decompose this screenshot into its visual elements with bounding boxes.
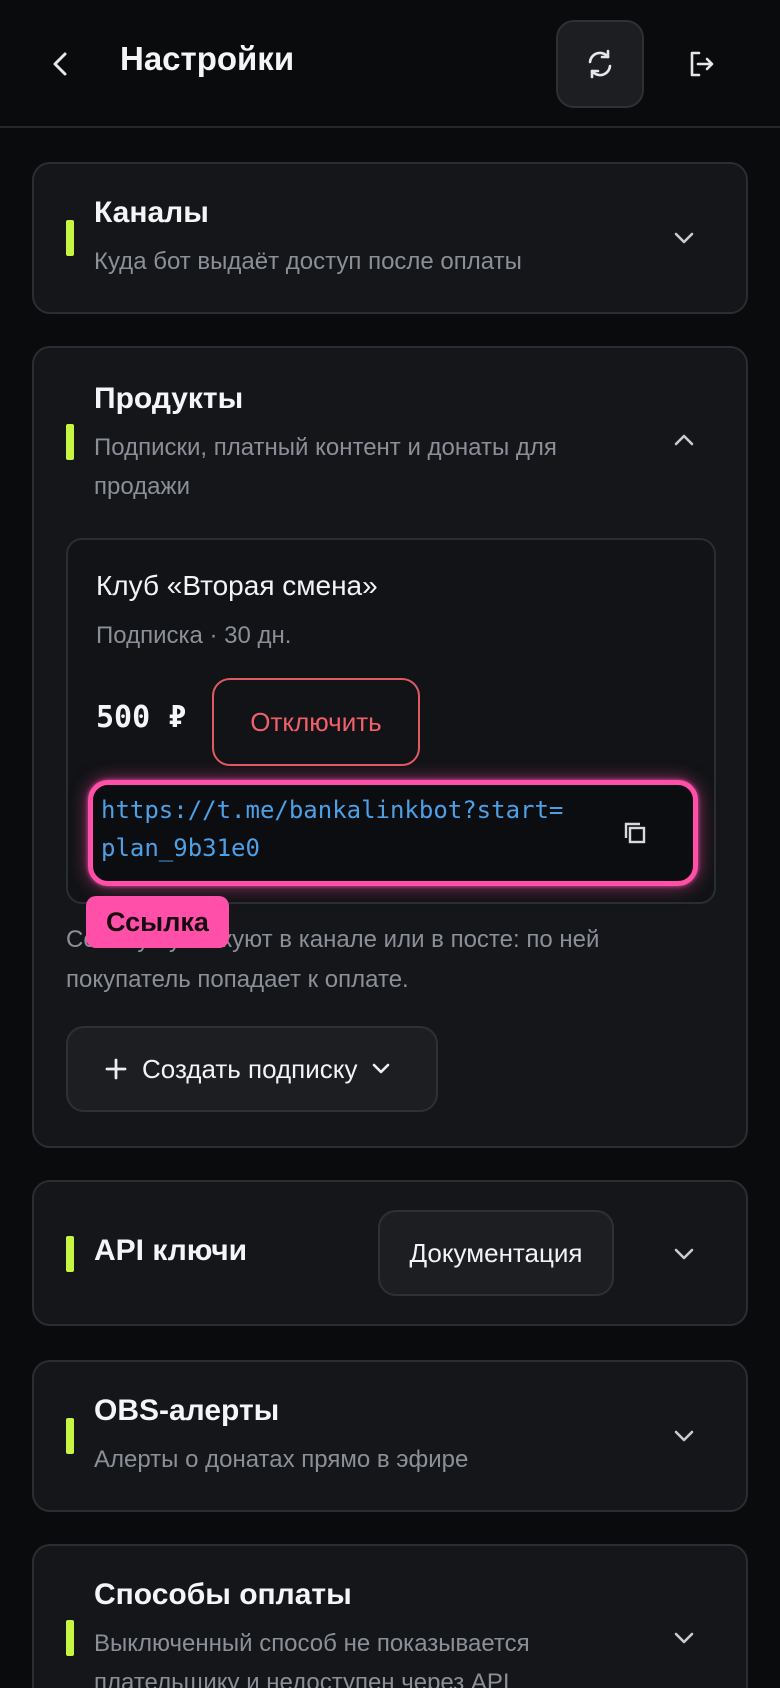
payment-methods-title: Способы оплаты (94, 1578, 352, 1611)
chevron-down-icon (674, 1632, 694, 1644)
accent-bar (66, 1620, 74, 1656)
channels-section[interactable]: Каналы Куда бот выдаёт доступ после опла… (32, 162, 748, 314)
product-name: Клуб «Вторая смена» (96, 570, 378, 601)
back-button[interactable] (40, 44, 80, 84)
plus-icon (105, 1058, 127, 1080)
refresh-button[interactable] (556, 20, 644, 108)
chevron-down-icon (674, 232, 694, 244)
expand-button[interactable] (668, 222, 700, 254)
obs-alerts-subtitle: Алерты о донатах прямо в эфире (94, 1446, 469, 1473)
obs-alerts-title: OBS-алерты (94, 1394, 280, 1427)
logout-button[interactable] (682, 44, 722, 84)
chevron-left-icon (53, 52, 67, 76)
disable-button[interactable]: Отключить (212, 678, 420, 766)
product-link[interactable]: https://t.me/bankalinkbot?start=plan_9b3… (101, 791, 571, 867)
accent-bar (66, 424, 74, 460)
product-card: Клуб «Вторая смена» Подписка · 30 дн. 50… (66, 538, 716, 904)
product-meta: Подписка · 30 дн. (96, 622, 292, 649)
channels-subtitle: Куда бот выдаёт доступ после оплаты (94, 248, 522, 275)
product-link-field[interactable]: https://t.me/bankalinkbot?start=plan_9b3… (88, 780, 698, 886)
highlight-tag: Ссылка (86, 896, 229, 948)
collapse-button[interactable] (668, 424, 700, 456)
create-subscription-button[interactable]: Создать подписку (66, 1026, 438, 1112)
accent-bar (66, 1236, 74, 1272)
api-keys-section[interactable]: API ключи Документация (32, 1180, 748, 1326)
create-subscription-label: Создать подписку (142, 1053, 358, 1084)
copy-icon (624, 822, 646, 844)
chevron-down-icon (674, 1430, 694, 1442)
obs-alerts-section[interactable]: OBS-алерты Алерты о донатах прямо в эфир… (32, 1360, 748, 1512)
product-price: 500 ₽ (96, 700, 187, 735)
logout-icon (690, 51, 714, 77)
expand-button[interactable] (668, 1622, 700, 1654)
copy-button[interactable] (613, 811, 657, 855)
payment-methods-section[interactable]: Способы оплаты Выключенный способ не пок… (32, 1544, 748, 1688)
top-bar: Настройки (0, 0, 780, 128)
expand-button[interactable] (668, 1420, 700, 1452)
chevron-down-icon (373, 1063, 390, 1074)
channels-title: Каналы (94, 196, 209, 229)
chevron-down-icon (674, 1248, 694, 1260)
accent-bar (66, 1418, 74, 1454)
products-section: Продукты Подписки, платный контент и дон… (32, 346, 748, 1148)
expand-button[interactable] (668, 1238, 700, 1270)
page-title: Настройки (120, 40, 295, 77)
chevron-up-icon (674, 434, 694, 446)
products-title: Продукты (94, 382, 244, 415)
documentation-button[interactable]: Документация (378, 1210, 614, 1296)
accent-bar (66, 220, 74, 256)
products-subtitle: Подписки, платный контент и донаты для п… (94, 434, 557, 500)
payment-methods-subtitle: Выключенный способ не показывается плате… (94, 1630, 530, 1688)
api-keys-title: API ключи (94, 1234, 248, 1267)
refresh-icon (588, 49, 612, 79)
